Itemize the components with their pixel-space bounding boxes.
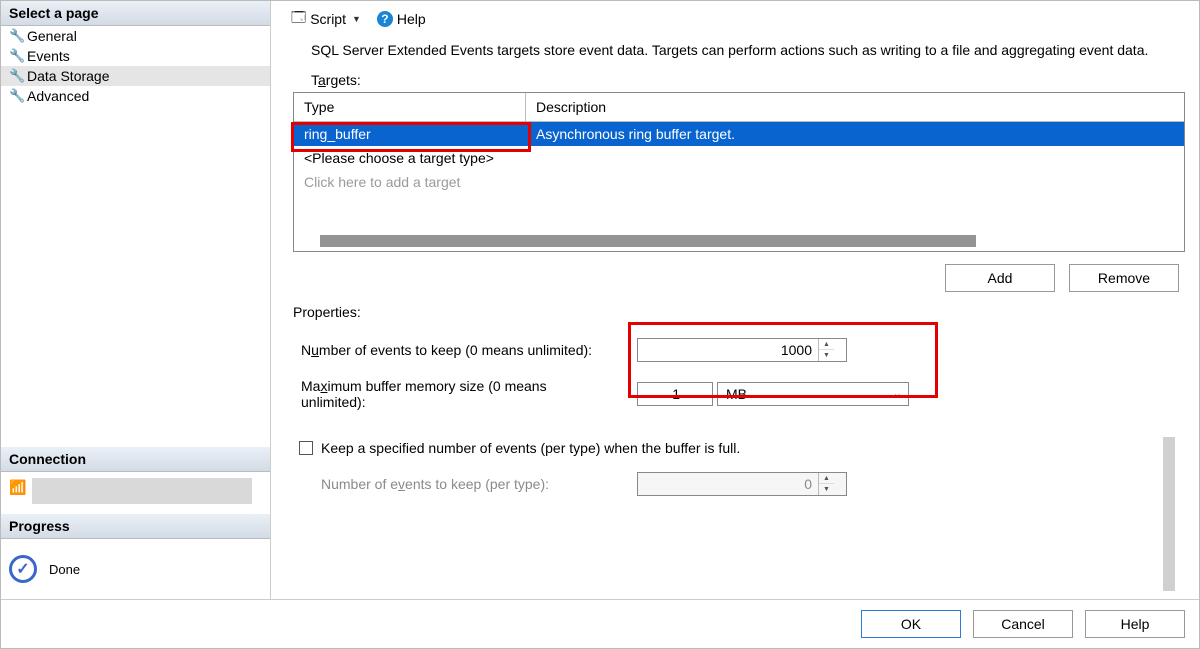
per-type-label: Number of events to keep (per type):: [293, 476, 633, 492]
main-v-scrollbar[interactable]: [1163, 437, 1175, 591]
targets-header: Type Description: [294, 93, 1184, 122]
dialog-root: Select a page 🔧 General 🔧 Events 🔧 Data …: [0, 0, 1200, 649]
target-row-selected[interactable]: ring_buffer Asynchronous ring buffer tar…: [294, 122, 1184, 146]
ok-button[interactable]: OK: [861, 610, 961, 638]
sidebar-item-general[interactable]: 🔧 General: [1, 26, 270, 46]
help-icon: ?: [377, 11, 393, 27]
remove-button[interactable]: Remove: [1069, 264, 1179, 292]
wrench-icon: 🔧: [9, 28, 27, 44]
scrollbar-thumb[interactable]: [320, 235, 976, 247]
prop-row-max-memory: Maximum buffer memory size (0 means unli…: [293, 372, 1185, 416]
target-row-hint[interactable]: Click here to add a target: [294, 170, 1184, 194]
sidebar-connection-section: Connection 📶: [1, 447, 270, 514]
wrench-icon: 🔧: [9, 68, 27, 84]
sidebar-item-events[interactable]: 🔧 Events: [1, 46, 270, 66]
dialog-footer: OK Cancel Help: [1, 599, 1199, 648]
cancel-button[interactable]: Cancel: [973, 610, 1073, 638]
targets-label: Targets:: [285, 70, 1185, 92]
per-type-spinner: ▲▼: [637, 472, 847, 496]
connection-body: 📶: [1, 472, 270, 514]
chevron-down-icon: ⌄: [893, 387, 902, 400]
sidebar-heading-progress: Progress: [1, 514, 270, 539]
progress-status: Done: [49, 562, 80, 577]
server-icon: 📶: [9, 478, 26, 496]
sidebar-item-label: General: [27, 28, 77, 44]
per-type-input: [638, 474, 818, 494]
script-dropdown[interactable]: 🗔 Script ▼: [285, 5, 367, 33]
spinner-buttons[interactable]: ▲▼: [818, 339, 834, 361]
intro-text: SQL Server Extended Events targets store…: [285, 37, 1185, 70]
help-label: Help: [397, 11, 426, 27]
sidebar-item-label: Events: [27, 48, 70, 64]
num-events-spinner[interactable]: ▲▼: [637, 338, 847, 362]
targets-h-scrollbar[interactable]: [294, 235, 1176, 247]
progress-body: ✓ Done: [1, 539, 270, 599]
connection-name-placeholder: [32, 478, 252, 504]
sidebar-item-label: Data Storage: [27, 68, 110, 84]
add-button[interactable]: Add: [945, 264, 1055, 292]
wrench-icon: 🔧: [9, 48, 27, 64]
target-placeholder-text: <Please choose a target type>: [294, 147, 1184, 169]
col-header-description[interactable]: Description: [526, 93, 1184, 121]
sidebar-item-advanced[interactable]: 🔧 Advanced: [1, 86, 270, 106]
properties-heading: Properties:: [293, 302, 1185, 332]
sidebar-nav-list: 🔧 General 🔧 Events 🔧 Data Storage 🔧 Adva…: [1, 26, 270, 106]
sidebar-heading-connection: Connection: [1, 447, 270, 472]
prop-row-num-events: Number of events to keep (0 means unlimi…: [293, 332, 1185, 368]
col-header-type[interactable]: Type: [294, 93, 526, 121]
keep-events-checkbox-row[interactable]: Keep a specified number of events (per t…: [293, 430, 1185, 462]
chevron-down-icon: ▼: [352, 14, 361, 24]
script-icon: 🗔: [291, 7, 306, 31]
main-body: SQL Server Extended Events targets store…: [285, 37, 1185, 591]
target-hint-text: Click here to add a target: [294, 171, 1184, 193]
content-area: Select a page 🔧 General 🔧 Events 🔧 Data …: [1, 1, 1199, 599]
keep-events-checkbox[interactable]: [299, 441, 313, 455]
max-memory-label: Maximum buffer memory size (0 means unli…: [293, 378, 613, 410]
properties-area: Properties: Number of events to keep (0 …: [293, 302, 1185, 502]
sidebar-progress-section: Progress ✓ Done: [1, 514, 270, 599]
sidebar-item-label: Advanced: [27, 88, 89, 104]
help-button-footer[interactable]: Help: [1085, 610, 1185, 638]
targets-table: Type Description ring_buffer Asynchronou…: [293, 92, 1185, 252]
script-label: Script: [310, 11, 346, 27]
sidebar-item-data-storage[interactable]: 🔧 Data Storage: [1, 66, 270, 86]
prop-row-per-type: Number of events to keep (per type): ▲▼: [293, 466, 1185, 502]
num-events-input[interactable]: [638, 340, 818, 360]
sidebar-heading-pages: Select a page: [1, 1, 270, 26]
main-panel: 🗔 Script ▼ ? Help SQL Server Extended Ev…: [271, 1, 1199, 599]
target-row-placeholder[interactable]: <Please choose a target type>: [294, 146, 1184, 170]
sidebar: Select a page 🔧 General 🔧 Events 🔧 Data …: [1, 1, 271, 599]
target-type-cell: ring_buffer: [294, 123, 526, 145]
wrench-icon: 🔧: [9, 88, 27, 104]
done-icon: ✓: [9, 555, 37, 583]
toolbar: 🗔 Script ▼ ? Help: [285, 1, 1185, 37]
num-events-label: Number of events to keep (0 means unlimi…: [293, 342, 613, 358]
target-desc-cell: Asynchronous ring buffer target.: [526, 123, 1184, 145]
memory-unit-combo[interactable]: MB ⌄: [717, 382, 909, 406]
spinner-buttons[interactable]: [686, 383, 702, 405]
max-memory-input[interactable]: [638, 384, 686, 404]
memory-unit-value: MB: [726, 386, 747, 402]
add-remove-row: Add Remove: [285, 252, 1185, 302]
help-button[interactable]: ? Help: [371, 9, 432, 29]
spinner-buttons: ▲▼: [818, 473, 834, 495]
max-memory-spinner[interactable]: [637, 382, 713, 406]
keep-events-label: Keep a specified number of events (per t…: [321, 440, 740, 456]
